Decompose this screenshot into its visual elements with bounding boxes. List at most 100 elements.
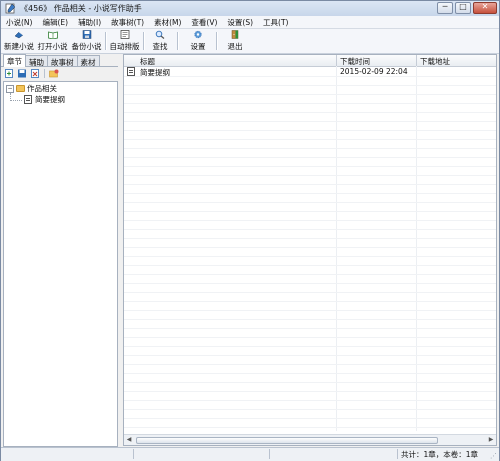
collapse-icon[interactable]: − [6, 84, 14, 93]
grid-line [124, 247, 496, 248]
new-novel-button[interactable]: 新建小说 [4, 30, 34, 52]
new-chapter-icon[interactable] [4, 69, 14, 78]
grid-line [124, 409, 496, 410]
grid-line [124, 256, 496, 257]
grid-line [124, 427, 496, 428]
menu-tools[interactable]: 工具(T) [258, 16, 293, 28]
status-divider [397, 449, 398, 459]
grid-line [124, 283, 496, 284]
grid-line [124, 319, 496, 320]
grid-line [124, 400, 496, 401]
close-icon: ✕ [481, 2, 489, 11]
grid-line [124, 175, 496, 176]
grid-line [124, 346, 496, 347]
scroll-right-icon[interactable]: ▶ [486, 435, 496, 445]
grid-line [124, 382, 496, 383]
grid-line [124, 364, 496, 365]
menu-settings[interactable]: 设置(S) [222, 16, 258, 28]
grid-line [124, 301, 496, 302]
chapter-tree[interactable]: − 作品相关 简要提纲 [3, 81, 118, 447]
settings-button[interactable]: 设置 [187, 30, 209, 52]
exit-button[interactable]: 退出 [224, 30, 246, 52]
grid-line [124, 328, 496, 329]
column-download-time[interactable]: 下载时间 [340, 56, 370, 67]
grid-line [124, 103, 496, 104]
grid-line [124, 202, 496, 203]
gear-icon [194, 30, 202, 39]
menu-story-tree[interactable]: 故事树(T) [106, 16, 149, 28]
table-row[interactable]: 简要提纲 2015-02-09 22:04 [124, 67, 496, 77]
save-chapter-icon[interactable] [17, 69, 27, 78]
tree-node-chapter[interactable]: 简要提纲 [24, 95, 65, 104]
status-bar: 共计：1章，本卷：1章 ⋰ [1, 447, 499, 461]
layout-icon [120, 30, 129, 39]
maximize-button[interactable]: □ [455, 2, 471, 14]
app-icon [5, 3, 16, 14]
grid-line [124, 112, 496, 113]
status-divider [269, 449, 270, 459]
grid-line [124, 229, 496, 230]
backup-novel-button[interactable]: 备份小说 [71, 30, 102, 52]
grid-line [124, 265, 496, 266]
window-title: 《456》 作品相关 - 小说写作助手 [20, 4, 142, 13]
grid-line [124, 220, 496, 221]
exit-door-icon [231, 30, 239, 39]
chapter-list[interactable]: 标题 下载时间 下载地址 简要提纲 2015-02-09 22:04 ◀ ▶ [123, 54, 497, 446]
tree-node-label: 作品相关 [27, 84, 57, 93]
tree-line [10, 100, 22, 101]
minimize-icon: ─ [442, 2, 448, 11]
folder-icon [16, 85, 25, 92]
title-bar[interactable]: 《456》 作品相关 - 小说写作助手 ─ □ ✕ [1, 1, 499, 17]
toolbar-separator [216, 32, 218, 50]
tree-node-root[interactable]: − 作品相关 [6, 84, 57, 93]
cell-download-time: 2015-02-09 22:04 [340, 67, 408, 76]
column-separator[interactable] [416, 55, 417, 66]
find-label: 查找 [152, 42, 168, 51]
delete-chapter-icon[interactable] [30, 69, 40, 78]
grid-line [124, 211, 496, 212]
toolbar: 新建小说 打开小说 备份小说 自动排版 查找 设置 退出 [1, 29, 499, 54]
new-novel-label: 新建小说 [4, 42, 34, 51]
grid-line [124, 166, 496, 167]
grid-line [124, 310, 496, 311]
grid-line [124, 337, 496, 338]
menu-assist[interactable]: 辅助(I) [73, 16, 106, 28]
grid-line [124, 148, 496, 149]
find-button[interactable]: 查找 [149, 30, 171, 52]
grid-line [124, 193, 496, 194]
tree-toolbar-separator [44, 69, 45, 78]
grid-line [124, 139, 496, 140]
status-chapter-count: 共计：1章，本卷：1章 [401, 450, 479, 459]
horizontal-scrollbar[interactable]: ◀ ▶ [124, 434, 496, 445]
column-separator[interactable] [336, 55, 337, 66]
toolbar-separator [177, 32, 179, 50]
toolbar-separator [143, 32, 145, 50]
grid-line [124, 130, 496, 131]
menu-novel[interactable]: 小说(N) [1, 16, 37, 28]
open-novel-button[interactable]: 打开小说 [37, 30, 68, 52]
menu-material[interactable]: 素材(M) [149, 16, 186, 28]
auto-layout-label: 自动排版 [109, 42, 140, 51]
tab-chapters[interactable]: 章节 [3, 54, 26, 67]
grid-line [124, 391, 496, 392]
minimize-button[interactable]: ─ [437, 2, 453, 14]
grid-line [124, 418, 496, 419]
grid-line [124, 238, 496, 239]
auto-layout-button[interactable]: 自动排版 [109, 30, 140, 52]
column-title[interactable]: 标题 [140, 56, 155, 67]
backup-novel-label: 备份小说 [71, 42, 102, 51]
menu-view[interactable]: 查看(V) [186, 16, 222, 28]
menu-edit[interactable]: 编辑(E) [37, 16, 73, 28]
scrollbar-thumb[interactable] [136, 437, 438, 444]
column-download-url[interactable]: 下载地址 [420, 56, 450, 67]
new-book-icon [14, 31, 24, 39]
open-novel-label: 打开小说 [37, 42, 68, 51]
new-volume-icon[interactable] [49, 69, 59, 78]
scroll-left-icon[interactable]: ◀ [124, 435, 134, 445]
search-icon [155, 30, 165, 39]
save-icon [82, 30, 91, 39]
close-button[interactable]: ✕ [473, 2, 497, 14]
grid-line [124, 76, 496, 77]
resize-grip-icon[interactable]: ⋰ [490, 452, 497, 460]
grid-line [124, 292, 496, 293]
